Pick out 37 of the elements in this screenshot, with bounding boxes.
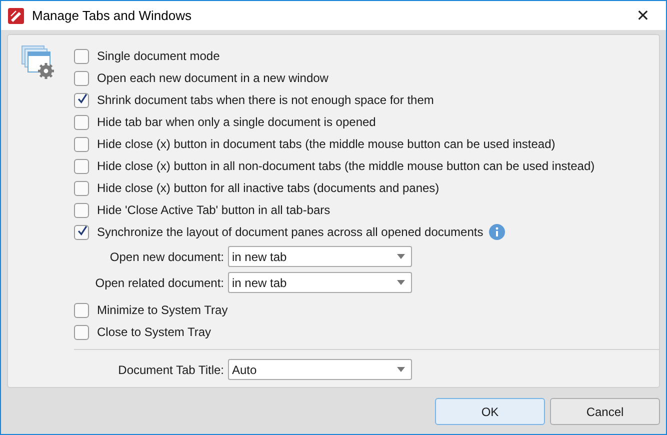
checkbox[interactable] [74, 158, 89, 174]
app-logo-icon [8, 8, 24, 24]
checkbox-label: Hide 'Close Active Tab' button in all tab-bars [97, 203, 330, 217]
checkbox[interactable] [74, 136, 89, 152]
caret-icon [397, 254, 405, 259]
checkbox[interactable] [74, 302, 89, 318]
field-label: Open related document: [94, 276, 224, 290]
field-label: Document Tab Title: [117, 362, 224, 376]
checkbox-label: Shrink document tabs when there is not enough space for them [97, 93, 434, 107]
checkbox-label: Single document mode [97, 49, 220, 63]
dialog-button[interactable]: Cancel [550, 398, 660, 425]
checkbox[interactable] [74, 92, 89, 108]
checkbox-label: Hide close (x) button in all non-document tabs (the middle mouse button can be used instead) [97, 159, 595, 173]
dropdown[interactable]: in new tab [228, 246, 412, 267]
checkbox-label: Synchronize the layout of document panes across all opened documents [97, 225, 484, 239]
checkbox-label: Minimize to System Tray [97, 303, 228, 317]
dropdown[interactable]: in new tab [228, 272, 412, 293]
checkbox[interactable] [74, 180, 89, 196]
checkbox-label: Close to System Tray [97, 325, 212, 339]
checkbox-label: Hide close (x) button in document tabs (the middle mouse button can be used instead) [97, 137, 556, 151]
caret-icon [397, 367, 405, 372]
checkbox[interactable] [74, 202, 89, 218]
dropdown[interactable]: Auto [228, 359, 412, 380]
window-title: Manage Tabs and Windows [32, 8, 192, 23]
checkbox[interactable] [74, 114, 89, 130]
checkbox[interactable] [74, 324, 89, 340]
checkbox[interactable] [74, 224, 89, 240]
checkbox[interactable] [74, 70, 89, 86]
checkbox-label: Hide tab bar when only a single document is opened [97, 115, 376, 129]
checkbox-label: Open each new document in a new window [97, 71, 328, 85]
field-label: Open new document: [108, 250, 224, 264]
caret-icon [397, 280, 405, 285]
dialog-button[interactable]: OK [435, 398, 545, 425]
checkbox[interactable] [74, 48, 89, 64]
windows-gear-icon [21, 45, 55, 79]
checkbox-label: Hide close (x) button for all inactive tabs (documents and panes) [97, 181, 440, 195]
close-button[interactable]: ✕ [620, 1, 666, 30]
